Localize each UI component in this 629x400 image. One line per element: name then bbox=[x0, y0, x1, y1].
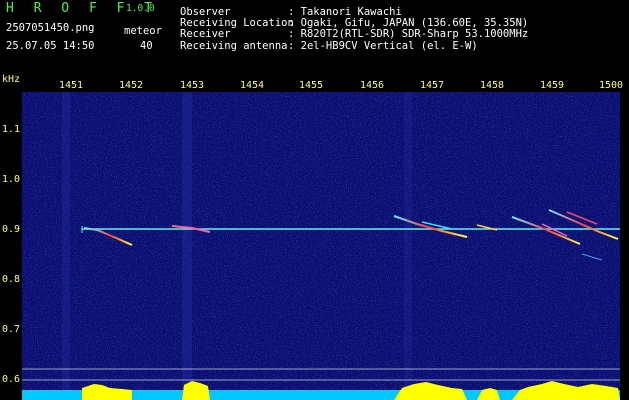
x-tick: 1456 bbox=[360, 80, 385, 91]
antenna-label: Receiving antenna bbox=[180, 40, 288, 52]
antenna-value: : 2el-HB9CV Vertical (el. E-W) bbox=[288, 40, 478, 52]
x-tick: 1459 bbox=[540, 80, 565, 91]
y-tick: 0.6 bbox=[2, 374, 21, 385]
receiver-label: Receiver bbox=[180, 28, 231, 40]
file-name: 2507051450.png bbox=[6, 22, 95, 34]
x-tick: 1500 bbox=[599, 80, 624, 91]
x-tick: 1454 bbox=[240, 80, 265, 91]
x-tick: 1452 bbox=[119, 80, 144, 91]
spectrogram-plot bbox=[22, 92, 620, 400]
interference-column bbox=[404, 92, 412, 400]
y-tick: 0.9 bbox=[2, 224, 21, 235]
app-version: 1.0.0 bbox=[126, 3, 155, 14]
receiver-value: : R820T2(RTL-SDR) SDR-Sharp 53.1000MHz bbox=[288, 28, 529, 40]
hroft-window: H R O F F T 1.0.0 2507051450.png meteor … bbox=[0, 0, 629, 400]
x-tick: 1458 bbox=[480, 80, 505, 91]
meteor-count: 40 bbox=[140, 40, 153, 52]
y-tick: 0.8 bbox=[2, 274, 21, 285]
interference-column bbox=[62, 92, 70, 400]
y-tick: 1.0 bbox=[2, 174, 21, 185]
y-tick: 1.1 bbox=[2, 124, 21, 135]
y-tick: 0.7 bbox=[2, 324, 21, 335]
x-tick: 1451 bbox=[59, 80, 84, 91]
x-tick: 1453 bbox=[180, 80, 205, 91]
interference-column bbox=[182, 92, 192, 400]
x-tick: 1455 bbox=[299, 80, 324, 91]
noise-texture bbox=[22, 92, 620, 400]
meteor-label: meteor bbox=[124, 25, 162, 37]
x-tick: 1457 bbox=[420, 80, 445, 91]
y-axis-unit: kHz bbox=[2, 74, 21, 85]
date-time: 25.07.05 14:50 bbox=[6, 40, 95, 52]
header-panel: H R O F F T 1.0.0 2507051450.png meteor … bbox=[0, 0, 629, 72]
